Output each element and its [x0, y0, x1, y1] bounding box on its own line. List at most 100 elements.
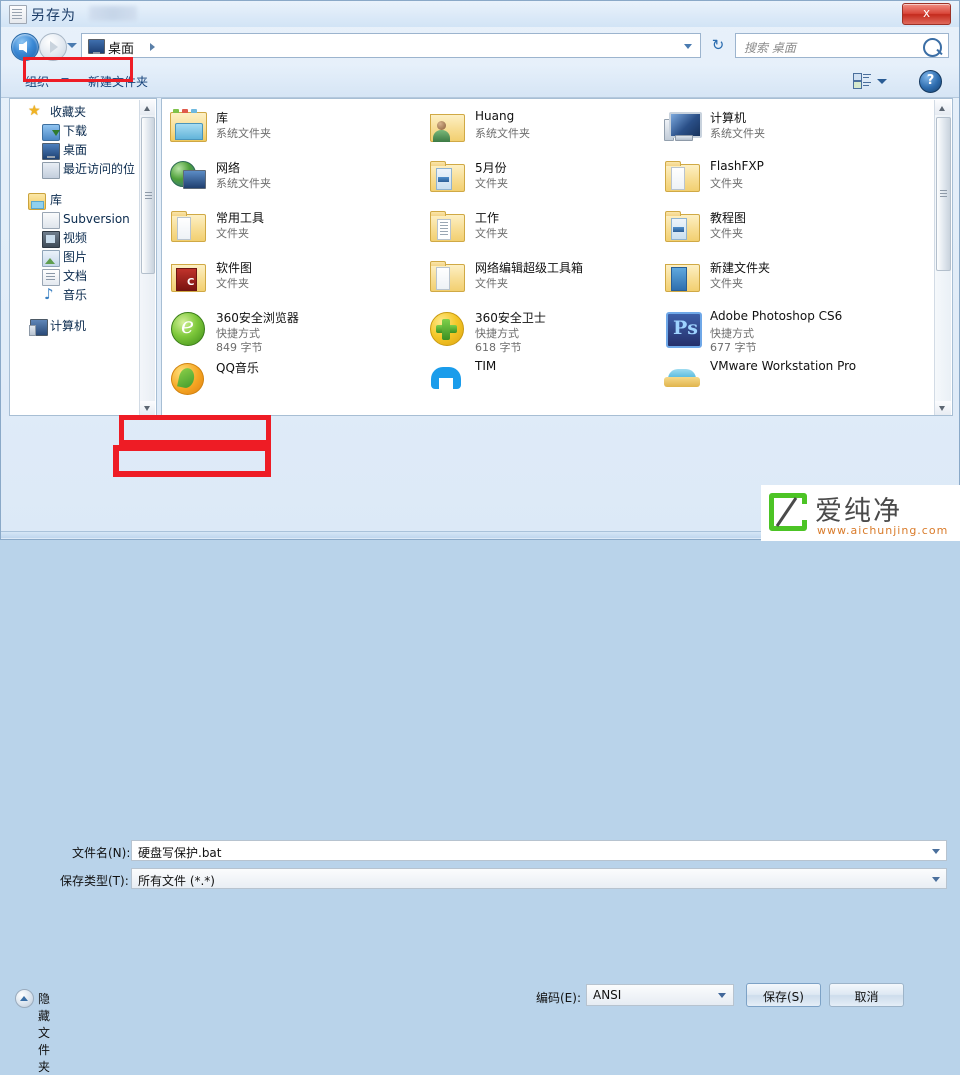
- save-as-dialog: 另存为 x 桌面 ↻ 搜索 桌面 组织 新建文件夹 ? ★ 收藏夹 下载 桌面 …: [0, 0, 960, 1074]
- search-input[interactable]: 搜索 桌面: [744, 39, 796, 56]
- sidebar-item-label: Subversion: [63, 212, 130, 226]
- address-bar[interactable]: 桌面: [81, 33, 701, 58]
- file-type: 系统文件夹: [216, 127, 271, 140]
- address-chevron-down-icon[interactable]: [684, 44, 692, 49]
- cancel-button[interactable]: 取消: [829, 983, 904, 1007]
- sidebar-item-recent-places[interactable]: 最近访问的位: [10, 160, 142, 179]
- chevron-down-icon[interactable]: [932, 877, 940, 882]
- sidebar-item-label: 视频: [63, 231, 88, 245]
- list-item[interactable]: Huang 系统文件夹: [427, 103, 677, 153]
- chevron-down-icon[interactable]: [718, 993, 726, 998]
- file-name: VMware Workstation Pro: [710, 359, 857, 373]
- list-item[interactable]: 库 系统文件夹: [168, 103, 418, 153]
- file-name: 常用工具: [216, 211, 265, 225]
- list-item[interactable]: 教程图 文件夹: [662, 203, 912, 253]
- video-icon: [42, 231, 60, 248]
- list-item[interactable]: 工作 文件夹: [427, 203, 677, 253]
- file-scroll-thumb[interactable]: [936, 117, 951, 271]
- encoding-select[interactable]: ANSI: [586, 984, 734, 1006]
- view-icon-line-1: [863, 74, 871, 75]
- view-chevron-down-icon[interactable]: [877, 79, 887, 84]
- list-item[interactable]: 新建文件夹 文件夹: [662, 253, 912, 303]
- file-scroll-down-button[interactable]: [935, 401, 951, 415]
- view-icon-line-3: [863, 82, 871, 83]
- file-name-input[interactable]: 硬盘写保护.bat: [131, 840, 947, 861]
- sidebar-item-subversion[interactable]: Subversion: [10, 210, 142, 229]
- sidebar-item-desktop[interactable]: 桌面: [10, 141, 142, 160]
- file-type: 文件夹: [475, 277, 508, 290]
- file-name: 360安全浏览器: [216, 311, 299, 325]
- list-item[interactable]: TIM: [427, 353, 677, 403]
- sidebar-item-pictures[interactable]: 图片: [10, 248, 142, 267]
- recent-locations-chevron-down-icon[interactable]: [67, 43, 77, 48]
- file-name: 新建文件夹: [710, 261, 771, 275]
- computer-icon: [29, 319, 48, 336]
- subversion-icon: [42, 212, 60, 229]
- list-item[interactable]: VMware Workstation Pro: [662, 353, 912, 403]
- list-item[interactable]: 网络编辑超级工具箱 文件夹: [427, 253, 677, 303]
- hide-folders-label: 隐藏文件夹: [38, 992, 51, 1074]
- sidebar-group-libraries[interactable]: 库: [10, 191, 142, 210]
- scroll-grip-icon: [940, 190, 947, 191]
- folder-icon: [168, 207, 208, 247]
- sidebar-group-label: 库: [50, 193, 63, 207]
- list-item[interactable]: 360安全浏览器 快捷方式 849 字节: [168, 303, 418, 354]
- file-name: 网络: [216, 161, 241, 175]
- desktop-icon: [88, 39, 105, 54]
- sidebar-item-music[interactable]: 音乐: [10, 285, 142, 305]
- list-item[interactable]: 常用工具 文件夹: [168, 203, 418, 253]
- sidebar-item-documents[interactable]: 文档: [10, 267, 142, 286]
- encoding-value: ANSI: [593, 988, 622, 1002]
- sidebar-item-label: 最近访问的位: [63, 162, 136, 176]
- cancel-button-label: 取消: [854, 990, 879, 1004]
- sidebar-group-computer[interactable]: 计算机: [10, 317, 142, 336]
- sidebar-item-label: 下载: [63, 124, 88, 138]
- file-scroll-up-button[interactable]: [935, 100, 951, 115]
- save-as-type-value: 所有文件 (*.*): [138, 874, 215, 888]
- sidebar-scrollbar[interactable]: [139, 100, 155, 415]
- sidebar-item-label: 音乐: [63, 288, 88, 302]
- list-item[interactable]: 5月份 文件夹: [427, 153, 677, 203]
- sidebar-item-downloads[interactable]: 下载: [10, 122, 142, 141]
- sidebar-group-favorites[interactable]: 收藏夹: [10, 102, 142, 122]
- 360-browser-icon: [168, 307, 208, 347]
- view-mode-icon[interactable]: [853, 73, 871, 89]
- blue-folder-icon: [662, 257, 702, 297]
- file-list-scrollbar[interactable]: [934, 100, 951, 415]
- star-icon: [28, 102, 44, 121]
- navigation-pane: 收藏夹 下载 桌面 最近访问的位 库 Subversion: [9, 98, 157, 416]
- sidebar-scroll-thumb[interactable]: [141, 117, 155, 274]
- save-button[interactable]: 保存(S): [746, 983, 821, 1007]
- file-name: 教程图: [710, 211, 747, 225]
- breadcrumb-chevron-right-icon[interactable]: [150, 43, 155, 51]
- refresh-button[interactable]: ↻: [707, 35, 729, 57]
- list-item[interactable]: QQ音乐: [168, 353, 418, 403]
- list-item[interactable]: 计算机 系统文件夹: [662, 103, 912, 153]
- save-as-type-label: 保存类型(T):: [60, 874, 129, 888]
- breadcrumb-desktop[interactable]: 桌面: [108, 38, 134, 57]
- help-button[interactable]: ?: [919, 70, 942, 93]
- 360-safe-icon: [427, 307, 467, 347]
- save-as-type-select[interactable]: 所有文件 (*.*): [131, 868, 947, 889]
- list-item[interactable]: 360安全卫士 快捷方式 618 字节: [427, 303, 677, 354]
- list-item[interactable]: 软件图 文件夹: [168, 253, 418, 303]
- watermark-url: www.aichunjing.com: [817, 524, 949, 537]
- list-item[interactable]: FlashFXP 文件夹: [662, 153, 912, 203]
- search-box[interactable]: 搜索 桌面: [735, 33, 949, 58]
- save-as-type-highlight-box: [113, 445, 271, 477]
- user-folder-icon: [427, 107, 467, 147]
- list-item[interactable]: 网络 系统文件夹: [168, 153, 418, 203]
- file-name: 库: [216, 111, 229, 125]
- sidebar-item-videos[interactable]: 视频: [10, 229, 142, 248]
- chevron-down-icon[interactable]: [932, 849, 940, 854]
- soft-folder-icon: [168, 257, 208, 297]
- sidebar-item-label: 桌面: [63, 143, 88, 157]
- close-button[interactable]: x: [902, 3, 951, 25]
- encoding-label: 编码(E):: [536, 991, 581, 1005]
- list-item[interactable]: Adobe Photoshop CS6 快捷方式 677 字节: [662, 303, 912, 354]
- sidebar-group-label: 计算机: [50, 319, 87, 333]
- sidebar-scroll-up-button[interactable]: [140, 100, 155, 115]
- file-name: Adobe Photoshop CS6: [710, 309, 843, 323]
- sidebar-scroll-down-button[interactable]: [140, 401, 155, 415]
